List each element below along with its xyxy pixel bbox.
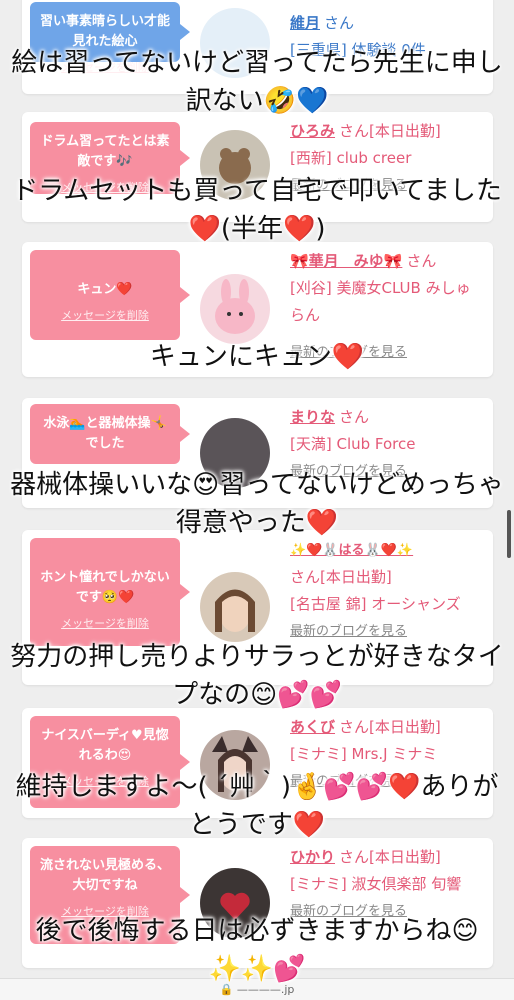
shop-name[interactable]: [西新] club creer bbox=[290, 145, 485, 172]
shop-name[interactable]: [刈谷] 美魔女CLUB みしゅらん bbox=[290, 275, 485, 329]
honorific: さん bbox=[324, 14, 355, 32]
message-bubble: ホント憧れでしかないです🥺❤️ メッセージを削除 bbox=[30, 538, 190, 646]
caption-overlay: キュンにキュン❤️ bbox=[149, 342, 365, 372]
avatar-image bbox=[215, 279, 255, 334]
profile-name-link[interactable]: 維月 bbox=[290, 14, 320, 32]
honorific: さん[本日出勤] bbox=[339, 718, 441, 736]
message-text: ホント憧れでしかないです🥺❤️ bbox=[40, 570, 170, 605]
message-text: キュン❤️ bbox=[77, 282, 133, 297]
profile-info: ✨❤️🐰はる🐰❤️✨ さん[本日出勤] [名古屋 錦] オーシャンズ 最新のブロ… bbox=[290, 536, 485, 645]
caption-overlay: 後で後悔する日は必ずきますからね😊✨✨💕 bbox=[35, 916, 479, 984]
honorific: さん bbox=[406, 252, 437, 270]
caption-overlay: ドラムセットも買って自宅で叩いてました❤️(半年❤️) bbox=[12, 176, 502, 244]
message-text: ドラム習ってたとは素敵です🎶 bbox=[40, 134, 170, 169]
profile-name-link[interactable]: あくび bbox=[290, 718, 335, 736]
delete-message-link[interactable]: メッセージを削除 bbox=[40, 306, 170, 326]
honorific: さん[本日出勤] bbox=[339, 848, 441, 866]
message-bubble: キュン❤️ メッセージを削除 bbox=[30, 250, 190, 340]
honorific: さん[本日出勤] bbox=[290, 568, 392, 586]
message-bubble: 水泳🏊と器械体操🤸でした bbox=[30, 404, 190, 464]
delete-message-link[interactable]: メッセージを削除 bbox=[40, 614, 170, 634]
message-text: 流されない見極める、大切ですね bbox=[40, 858, 171, 893]
message-text: ナイスバーディ♥見惚れるわ😍 bbox=[41, 728, 169, 763]
caption-overlay: 器械体操いいな😍習ってないけどめっちゃ得意やった❤️ bbox=[10, 470, 504, 538]
profile-name-link[interactable]: まりな bbox=[290, 408, 335, 426]
avatar-image bbox=[215, 589, 255, 632]
shop-name[interactable]: [天満] Club Force bbox=[290, 431, 485, 458]
profile-name-link[interactable]: 🎀華月 みゆ🎀 bbox=[290, 252, 402, 270]
caption-overlay: 努力の押し売りよりサラっとが好きなタイプなの😊💕💕 bbox=[10, 642, 504, 710]
honorific: さん[本日出勤] bbox=[339, 122, 441, 140]
caption-overlay: 絵は習ってないけど習ってたら先生に申し訳ない🤣💙 bbox=[11, 48, 503, 116]
profile-name-link[interactable]: ひかり bbox=[290, 848, 335, 866]
profile-name-link[interactable]: ✨❤️🐰はる🐰❤️✨ bbox=[290, 543, 413, 558]
avatar[interactable] bbox=[200, 572, 270, 642]
message-text: 水泳🏊と器械体操🤸でした bbox=[43, 416, 167, 451]
shop-name[interactable]: [ミナミ] Mrs.J ミナミ bbox=[290, 741, 485, 768]
profile-name-link[interactable]: ひろみ bbox=[290, 122, 335, 140]
honorific: さん bbox=[339, 408, 370, 426]
avatar[interactable] bbox=[200, 274, 270, 344]
shop-name[interactable]: [名古屋 錦] オーシャンズ bbox=[290, 591, 485, 618]
caption-overlay: 維持しますよ〜( ´艸｀)🤞💕💕❤️ありがとうです❤️ bbox=[15, 772, 499, 840]
shop-name[interactable]: [ミナミ] 淑女倶楽部 旬響 bbox=[290, 871, 485, 898]
